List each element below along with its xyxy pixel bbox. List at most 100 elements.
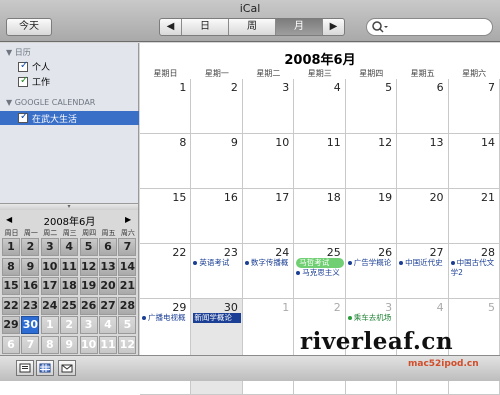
tab-month[interactable]: 月 (276, 19, 323, 35)
mini-day-cell[interactable]: 21 (118, 277, 137, 295)
day-cell[interactable]: 10 (242, 134, 295, 189)
day-cell[interactable]: 26 广告学概论 (345, 244, 398, 299)
mini-day-cell[interactable]: 15 (2, 277, 20, 295)
mini-day-cell[interactable]: 23 (21, 296, 40, 315)
day-cell[interactable]: 8 (140, 134, 192, 189)
mini-day-cell[interactable]: 2 (60, 316, 79, 334)
mini-day-cell[interactable]: 30 (21, 316, 40, 334)
mini-day-cell[interactable]: 4 (99, 316, 117, 334)
mini-day-cell[interactable]: 18 (60, 277, 79, 295)
calendar-event[interactable]: 马克思主义 (296, 268, 343, 278)
calendar-event[interactable]: 英语考试 (193, 258, 240, 268)
checkbox[interactable]: ✓ (18, 60, 28, 72)
calendar-item-work[interactable]: ✓ 工作 (18, 75, 50, 88)
day-cell[interactable]: 18 (294, 189, 346, 244)
mini-day-cell[interactable]: 3 (40, 238, 59, 256)
calendar-event[interactable]: 马哲考试 (296, 258, 344, 268)
day-cell[interactable]: 14 (448, 134, 500, 189)
mini-day-cell[interactable]: 16 (21, 277, 40, 295)
mini-day-cell[interactable]: 10 (40, 257, 59, 276)
day-cell[interactable]: 5 (345, 79, 398, 134)
day-cell[interactable]: 15 (140, 189, 192, 244)
day-cell[interactable]: 16 (191, 189, 243, 244)
calendar-list-icon[interactable] (16, 360, 34, 376)
mini-day-cell[interactable]: 6 (2, 335, 20, 354)
mini-day-cell[interactable]: 2 (21, 238, 40, 256)
search-input[interactable] (366, 18, 493, 36)
day-cell[interactable]: 4 (294, 79, 346, 134)
mini-day-cell[interactable]: 17 (40, 277, 59, 295)
mail-icon[interactable] (58, 360, 76, 376)
mini-day-cell[interactable]: 5 (79, 238, 98, 256)
day-cell[interactable]: 7 (448, 79, 500, 134)
day-cell[interactable]: 23 英语考试 (191, 244, 243, 299)
mini-day-cell[interactable]: 7 (21, 335, 40, 354)
next-button[interactable]: ▶ (323, 19, 344, 35)
day-cell[interactable]: 6 (397, 79, 449, 134)
mini-day-cell[interactable]: 9 (21, 257, 40, 276)
calendar-event[interactable]: 中国近代史 (399, 258, 446, 268)
mini-prev-button[interactable]: ◀ (6, 215, 12, 224)
day-cell[interactable]: 13 (397, 134, 449, 189)
mini-day-cell[interactable]: 20 (99, 277, 117, 295)
group-header-google[interactable]: ▼ GOOGLE CALENDAR (6, 98, 95, 107)
mini-day-cell[interactable]: 4 (60, 238, 79, 256)
mini-day-cell[interactable]: 9 (60, 335, 79, 354)
tab-week[interactable]: 周 (229, 19, 276, 35)
mini-day-cell[interactable]: 8 (2, 257, 20, 276)
calendar-event[interactable]: 广告学概论 (347, 258, 395, 268)
day-cell[interactable]: 24 数字传播概 (242, 244, 295, 299)
mini-day-cell[interactable]: 6 (99, 238, 117, 256)
mini-day-cell[interactable]: 12 (118, 335, 137, 354)
mini-day-cell[interactable]: 19 (79, 277, 98, 295)
calendar-event[interactable]: 广播电视概 (142, 313, 189, 323)
day-cell[interactable]: 28 中国古代文学2 (448, 244, 500, 299)
day-cell[interactable]: 21 (448, 189, 500, 244)
checkbox[interactable]: ✓ (18, 75, 28, 87)
mini-day-cell[interactable]: 8 (40, 335, 59, 354)
mini-next-button[interactable]: ▶ (125, 215, 131, 224)
mini-day-cell[interactable]: 1 (40, 316, 59, 334)
mini-day-cell[interactable]: 28 (118, 296, 137, 315)
day-cell[interactable]: 25 马哲考试 马克思主义 (294, 244, 346, 299)
group-header-local[interactable]: ▼ 日历 (6, 47, 31, 58)
calendar-event[interactable]: 新闻学概论 (193, 313, 241, 323)
day-cell[interactable]: 19 (345, 189, 398, 244)
calendar-item-whu-life[interactable]: ✓ 在武大生活 (0, 111, 139, 125)
day-cell[interactable]: 22 (140, 244, 192, 299)
day-cell[interactable]: 2 (191, 79, 243, 134)
day-cell[interactable]: 27 中国近代史 (397, 244, 449, 299)
mini-day-cell[interactable]: 25 (60, 296, 79, 315)
mini-day-cell[interactable]: 22 (2, 296, 20, 315)
mini-day-cell[interactable]: 27 (99, 296, 117, 315)
calendar-item-personal[interactable]: ✓ 个人 (18, 60, 50, 73)
mini-day-cell[interactable]: 29 (2, 316, 20, 334)
day-cell[interactable]: 9 (191, 134, 243, 189)
mini-day-cell[interactable]: 1 (2, 238, 20, 256)
calendar-event[interactable]: 乘车去机场 (347, 313, 395, 323)
calendar-event[interactable]: 中国古代文学2 (450, 258, 498, 278)
day-cell[interactable]: 12 (345, 134, 398, 189)
mini-day-cell[interactable]: 14 (118, 257, 137, 276)
mini-day-cell[interactable]: 12 (79, 257, 98, 276)
mini-day-cell[interactable]: 10 (79, 335, 98, 354)
day-cell[interactable]: 11 (294, 134, 346, 189)
today-button[interactable]: 今天 (6, 18, 52, 36)
mini-day-cell[interactable]: 13 (99, 257, 117, 276)
prev-button[interactable]: ◀ (160, 19, 182, 35)
mini-day-cell[interactable]: 24 (40, 296, 59, 315)
mini-day-cell[interactable]: 26 (79, 296, 98, 315)
tab-day[interactable]: 日 (182, 19, 229, 35)
mini-day-cell[interactable]: 11 (99, 335, 117, 354)
mini-day-cell[interactable]: 3 (79, 316, 98, 334)
mini-month-icon[interactable] (36, 360, 54, 376)
mini-day-cell[interactable]: 5 (118, 316, 137, 334)
day-cell[interactable]: 3 (242, 79, 295, 134)
calendar-event[interactable]: 数字传播概 (244, 258, 292, 268)
mini-day-cell[interactable]: 11 (60, 257, 79, 276)
splitter-handle[interactable]: ▾ (0, 203, 139, 210)
day-cell[interactable]: 20 (397, 189, 449, 244)
day-cell[interactable]: 17 (242, 189, 295, 244)
checkbox[interactable]: ✓ (18, 111, 28, 123)
day-cell[interactable]: 1 (140, 79, 192, 134)
